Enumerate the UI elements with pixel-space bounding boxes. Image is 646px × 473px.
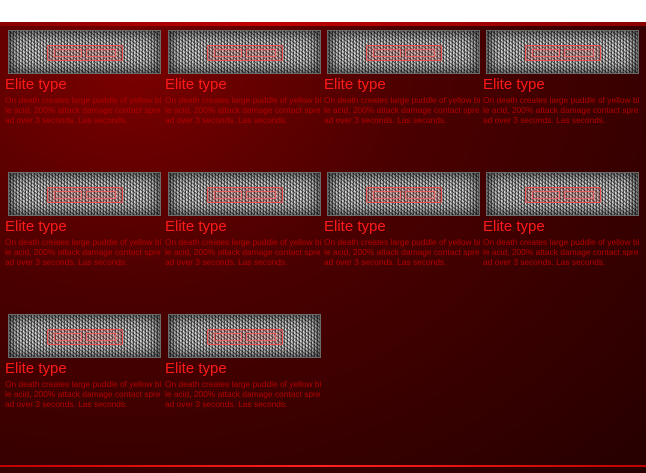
static-noise-image-icon (327, 172, 480, 216)
static-noise-image-icon (168, 30, 321, 74)
card-description: On death creates large puddle of yellow … (483, 237, 640, 267)
card-title: Elite type (165, 360, 227, 377)
card-description: On death creates large puddle of yellow … (5, 95, 162, 125)
elite-card[interactable]: Elite type On death creates large puddle… (483, 30, 641, 170)
card-title: Elite type (324, 218, 386, 235)
stamp-overlay-icon (525, 187, 601, 203)
stamp-overlay-icon (47, 45, 123, 61)
elite-card[interactable]: Elite type On death creates large puddle… (165, 314, 323, 454)
panel-top-border (0, 22, 646, 26)
stamp-overlay-icon (525, 45, 601, 61)
elite-card[interactable]: Elite type On death creates large puddle… (165, 30, 323, 170)
elite-card[interactable]: Elite type On death creates large puddle… (324, 30, 482, 170)
static-noise-image-icon (486, 30, 639, 74)
panel-bottom-border (0, 465, 646, 467)
card-description: On death creates large puddle of yellow … (165, 237, 322, 267)
elite-card[interactable]: Elite type On death creates large puddle… (165, 172, 323, 312)
card-title: Elite type (165, 76, 227, 93)
elite-card[interactable]: Elite type On death creates large puddle… (5, 314, 163, 454)
elite-card[interactable]: Elite type On death creates large puddle… (324, 172, 482, 312)
card-title: Elite type (5, 76, 67, 93)
stamp-overlay-icon (207, 329, 283, 345)
static-noise-image-icon (8, 172, 161, 216)
card-title: Elite type (483, 218, 545, 235)
card-title: Elite type (483, 76, 545, 93)
elite-types-panel: Elite type On death creates large puddle… (0, 22, 646, 473)
stamp-overlay-icon (207, 45, 283, 61)
stamp-overlay-icon (47, 329, 123, 345)
elite-card[interactable]: Elite type On death creates large puddle… (483, 172, 641, 312)
card-description: On death creates large puddle of yellow … (5, 379, 162, 409)
static-noise-image-icon (8, 30, 161, 74)
card-description: On death creates large puddle of yellow … (483, 95, 640, 125)
stamp-overlay-icon (366, 45, 442, 61)
card-description: On death creates large puddle of yellow … (324, 95, 481, 125)
stamp-overlay-icon (207, 187, 283, 203)
stamp-overlay-icon (47, 187, 123, 203)
card-description: On death creates large puddle of yellow … (5, 237, 162, 267)
stamp-overlay-icon (366, 187, 442, 203)
card-description: On death creates large puddle of yellow … (324, 237, 481, 267)
static-noise-image-icon (486, 172, 639, 216)
card-description: On death creates large puddle of yellow … (165, 95, 322, 125)
static-noise-image-icon (327, 30, 480, 74)
static-noise-image-icon (168, 314, 321, 358)
elite-card[interactable]: Elite type On death creates large puddle… (5, 30, 163, 170)
card-title: Elite type (5, 360, 67, 377)
elite-card[interactable]: Elite type On death creates large puddle… (5, 172, 163, 312)
card-title: Elite type (324, 76, 386, 93)
card-description: On death creates large puddle of yellow … (165, 379, 322, 409)
card-title: Elite type (5, 218, 67, 235)
static-noise-image-icon (168, 172, 321, 216)
static-noise-image-icon (8, 314, 161, 358)
card-title: Elite type (165, 218, 227, 235)
